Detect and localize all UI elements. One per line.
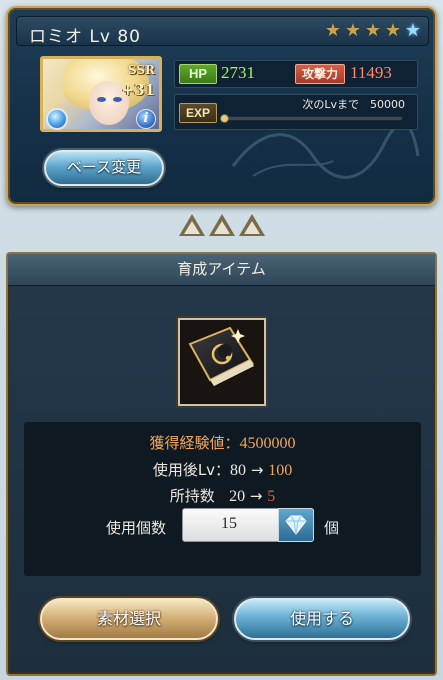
portrait-eye: [97, 97, 106, 102]
attack-value: 11493: [350, 63, 392, 82]
gem-dropdown-icon[interactable]: [278, 508, 314, 542]
use-count-label: 使用個数: [106, 519, 167, 537]
select-material-button[interactable]: 素材選択: [40, 598, 218, 640]
element-water-icon: [46, 108, 68, 130]
gained-exp-line: 獲得経験値：4500000: [24, 432, 421, 453]
after-level-line: 使用後Lv：80 → 100: [24, 459, 421, 480]
after-level-to: 100: [268, 462, 293, 479]
character-name: ロミオ Lv 80: [29, 27, 141, 47]
stats-row: HP 2731 攻撃力 11493: [174, 60, 418, 88]
use-count-select[interactable]: 15: [182, 508, 314, 542]
owned-count-line: 所持数 20 → 5: [24, 485, 421, 506]
triangle-arrow-icon: [179, 214, 205, 236]
rarity-badge: SSR: [127, 63, 155, 77]
book-item-icon: [188, 326, 254, 386]
star-icon: ★: [344, 20, 362, 41]
arrow-right-icon: →: [249, 487, 263, 505]
panel-header: 育成アイテム: [8, 254, 435, 286]
gained-exp-value: 4500000: [239, 435, 296, 452]
training-item-panel: 育成アイテム 獲得経験値：4500000 使用後Lv：80 → 100 所持数 …: [6, 252, 437, 676]
exp-label: EXP: [179, 103, 217, 123]
hp-label: HP: [179, 64, 217, 84]
character-status-panel: ロミオ Lv 80 ★ ★ ★ ★ ★ SSR +31 i HP 2731 攻撃…: [6, 6, 437, 206]
arrow-right-icon: →: [250, 461, 264, 479]
use-count-unit: 個: [324, 519, 340, 537]
character-title-bar: ロミオ Lv 80 ★ ★ ★ ★ ★: [16, 16, 429, 47]
plus-bonus-badge: +31: [121, 81, 155, 99]
use-count-value: 15: [221, 515, 237, 532]
owned-from: 20: [229, 488, 246, 505]
exp-progress-knob: [220, 114, 229, 123]
triangle-arrow-icon: [239, 214, 265, 236]
owned-to: 5: [267, 488, 276, 505]
gem-shape: [285, 515, 307, 535]
gained-exp-label: 獲得経験値：: [149, 434, 240, 452]
star-icon: ★: [364, 20, 382, 41]
exp-row: EXP 次のLvまで 50000: [174, 94, 418, 130]
star-icon: ★: [384, 20, 402, 41]
rarity-stars: ★ ★ ★ ★ ★: [324, 22, 422, 40]
base-change-button[interactable]: ベース変更: [44, 150, 164, 186]
next-level-text: 次のLvまで 50000: [302, 98, 405, 111]
info-icon[interactable]: i: [136, 109, 156, 129]
star-icon: ★: [404, 20, 422, 41]
hp-value: 2731: [221, 63, 255, 82]
star-icon: ★: [324, 20, 342, 41]
after-level-from: 80: [230, 462, 247, 479]
item-slot[interactable]: [178, 318, 266, 406]
after-level-label: 使用後Lv：: [152, 461, 231, 479]
owned-label: 所持数: [169, 487, 215, 505]
usage-info-box: 獲得経験値：4500000 使用後Lv：80 → 100 所持数 20 → 5 …: [24, 422, 421, 576]
direction-arrows: [179, 214, 265, 236]
triangle-arrow-icon: [209, 214, 235, 236]
use-item-button[interactable]: 使用する: [234, 598, 410, 640]
exp-progress-bar: [220, 114, 403, 123]
attack-label: 攻撃力: [295, 64, 345, 84]
